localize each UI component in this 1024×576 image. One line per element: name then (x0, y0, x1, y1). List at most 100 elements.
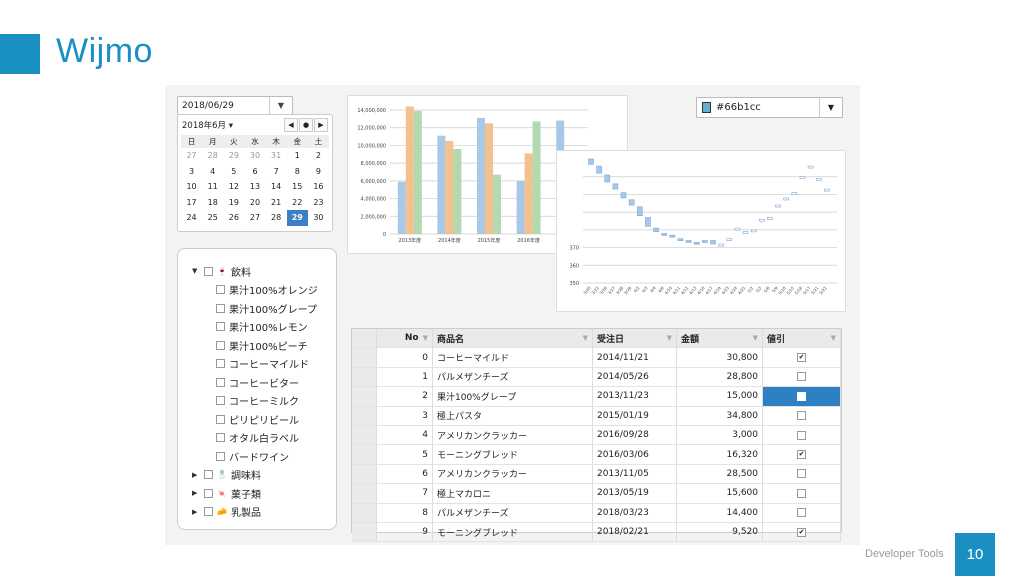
table-row[interactable]: 7 極上マカロニ 2013/05/19 15,600 (352, 484, 841, 504)
cell-discount[interactable] (763, 387, 841, 406)
calendar-day[interactable]: 27 (181, 148, 202, 164)
cell-order-date[interactable]: 2014/11/21 (593, 348, 677, 367)
expand-right-icon[interactable]: ▶ (192, 471, 200, 479)
calendar-day[interactable]: 29 (223, 148, 244, 164)
calendar-day[interactable]: 25 (202, 210, 223, 226)
column-header[interactable]: 商品名 ▼ (433, 329, 593, 348)
calendar-day[interactable]: 18 (202, 195, 223, 211)
cell-order-date[interactable]: 2013/11/23 (593, 387, 677, 406)
tree-checkbox[interactable] (204, 488, 213, 498)
tree-node[interactable]: オタル白ラベル (212, 430, 299, 446)
calendar-day[interactable]: 12 (223, 179, 244, 195)
cell-discount[interactable] (763, 406, 841, 425)
color-input[interactable]: #66b1cc ▼ (696, 97, 843, 118)
tree-node[interactable]: コーヒービター (212, 374, 299, 390)
tree-checkbox[interactable] (216, 396, 225, 405)
column-header[interactable]: 金額 ▼ (677, 329, 763, 348)
tree-checkbox[interactable] (216, 340, 225, 350)
cell-order-date[interactable]: 2013/05/19 (593, 484, 677, 503)
table-row[interactable]: 0 コーヒーマイルド 2014/11/21 30,800 ✔ (352, 348, 841, 368)
calendar-day[interactable]: 26 (223, 210, 244, 226)
calendar-day[interactable]: 23 (308, 195, 329, 211)
cell-no[interactable]: 3 (377, 406, 433, 425)
cell-product-name[interactable]: モーニングブレッド (433, 445, 593, 464)
cell-amount[interactable]: 28,800 (677, 367, 763, 387)
calendar-day[interactable]: 8 (287, 164, 308, 180)
calendar-day[interactable]: 2 (308, 148, 329, 164)
cell-amount[interactable]: 28,500 (677, 464, 763, 484)
cell-no[interactable]: 4 (377, 425, 433, 445)
calendar-day[interactable]: 6 (244, 164, 265, 180)
tree-checkbox[interactable] (204, 470, 213, 479)
cell-order-date[interactable]: 2015/01/19 (593, 406, 677, 425)
discount-checkbox[interactable] (797, 391, 806, 401)
tree-checkbox[interactable] (216, 322, 225, 331)
column-header[interactable]: No ▼ (377, 329, 433, 348)
discount-checkbox[interactable]: ✔ (797, 353, 806, 363)
cell-product-name[interactable]: モーニングブレッド (433, 522, 593, 542)
cell-product-name[interactable]: パルメザンチーズ (433, 367, 593, 387)
row-header[interactable] (352, 406, 377, 425)
filter-icon[interactable]: ▼ (753, 334, 758, 342)
calendar-day[interactable]: 22 (287, 195, 308, 211)
row-header[interactable] (352, 522, 377, 542)
tree-checkbox[interactable] (216, 414, 225, 424)
tree-node[interactable]: ▶ 🧂 調味料 (192, 467, 261, 483)
row-header[interactable] (352, 503, 377, 522)
expand-down-icon[interactable]: ▼ (192, 267, 200, 275)
calendar-day[interactable]: 14 (266, 179, 287, 195)
cell-amount[interactable]: 15,600 (677, 484, 763, 503)
calendar-day[interactable]: 28 (266, 210, 287, 226)
cell-product-name[interactable]: 極上パスタ (433, 406, 593, 425)
cell-product-name[interactable]: アメリカンクラッカー (433, 464, 593, 484)
filter-icon[interactable]: ▼ (831, 334, 836, 342)
cell-discount[interactable] (763, 425, 841, 445)
discount-checkbox[interactable] (797, 372, 806, 382)
tree-checkbox[interactable] (216, 433, 225, 442)
cell-discount[interactable] (763, 503, 841, 522)
cell-no[interactable]: 6 (377, 464, 433, 484)
row-header[interactable] (352, 348, 377, 367)
calendar-day[interactable]: 24 (181, 210, 202, 226)
cell-product-name[interactable]: パルメザンチーズ (433, 503, 593, 522)
tree-checkbox[interactable] (204, 507, 213, 516)
tree-node[interactable]: コーヒーミルク (212, 393, 299, 409)
table-row[interactable]: 4 アメリカンクラッカー 2016/09/28 3,000 (352, 425, 841, 446)
discount-checkbox[interactable] (797, 508, 806, 518)
cell-amount[interactable]: 30,800 (677, 348, 763, 367)
cell-no[interactable]: 8 (377, 503, 433, 522)
today-icon[interactable]: ● (299, 118, 313, 132)
cell-discount[interactable]: ✔ (763, 348, 841, 367)
cell-amount[interactable]: 3,000 (677, 425, 763, 445)
cell-no[interactable]: 5 (377, 445, 433, 464)
calendar-day[interactable]: 5 (223, 164, 244, 180)
chevron-down-icon[interactable]: ▼ (269, 97, 292, 114)
date-input[interactable]: 2018/06/29 ▼ (177, 96, 293, 115)
row-header[interactable] (352, 367, 377, 387)
discount-checkbox[interactable] (797, 488, 806, 498)
row-header[interactable] (352, 425, 377, 445)
discount-checkbox[interactable] (797, 469, 806, 479)
cell-amount[interactable]: 16,320 (677, 445, 763, 464)
table-row[interactable]: 8 パルメザンチーズ 2018/03/23 14,400 (352, 503, 841, 523)
cell-no[interactable]: 2 (377, 387, 433, 406)
cell-discount[interactable] (763, 367, 841, 387)
tree-node[interactable]: 果汁100%オレンジ (212, 282, 318, 298)
cell-amount[interactable]: 15,000 (677, 387, 763, 406)
cell-discount[interactable] (763, 464, 841, 484)
cell-no[interactable]: 1 (377, 367, 433, 387)
cell-product-name[interactable]: コーヒーマイルド (433, 348, 593, 367)
tree-checkbox[interactable] (216, 285, 225, 294)
tree-checkbox[interactable] (204, 266, 213, 276)
table-row[interactable]: 2 果汁100%グレープ 2013/11/23 15,000 (352, 387, 841, 407)
cell-order-date[interactable]: 2013/11/05 (593, 464, 677, 484)
calendar-day[interactable]: 31 (266, 148, 287, 164)
discount-checkbox[interactable]: ✔ (797, 527, 806, 537)
cell-amount[interactable]: 34,800 (677, 406, 763, 425)
cell-order-date[interactable]: 2018/03/23 (593, 503, 677, 522)
table-row[interactable]: 6 アメリカンクラッカー 2013/11/05 28,500 (352, 464, 841, 485)
cell-amount[interactable]: 14,400 (677, 503, 763, 522)
tree-node[interactable]: コーヒーマイルド (212, 356, 309, 372)
calendar-day[interactable]: 7 (266, 164, 287, 180)
calendar-day[interactable]: 10 (181, 179, 202, 195)
